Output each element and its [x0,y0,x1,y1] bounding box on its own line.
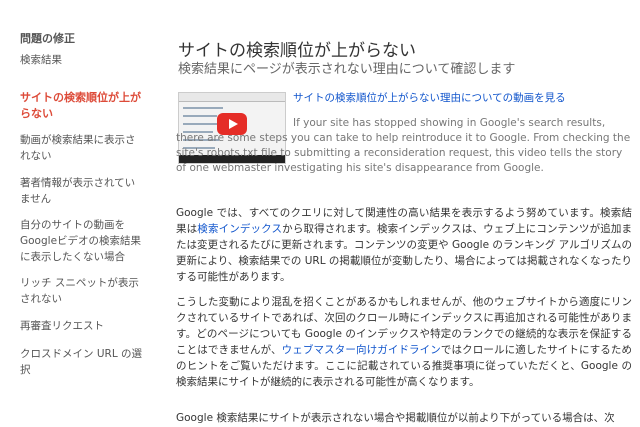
sidebar-item-cross-domain-url[interactable]: クロスドメイン URL の選択 [20,346,145,378]
paragraph-not-shown: Google 検索結果にサイトが表示されない場合や掲載順位が以前より下がっている… [176,412,615,424]
watch-video-link[interactable]: サイトの検索順位が上がらない理由についての動画を見る [293,90,566,105]
sidebar-item-ranking-dropped[interactable]: サイトの検索順位が上がらない [20,90,145,122]
search-index-link[interactable]: 検索インデックス [197,223,282,235]
sidebar: 問題の修正 検索結果 サイトの検索順位が上がらない 動画が検索結果に表示されない… [0,0,152,427]
webmaster-guidelines-link[interactable]: ウェブマスター向けガイドライン [282,344,441,356]
page-subtitle: 検索結果にページが表示されない理由について確認します [178,62,516,77]
sidebar-item-search-results[interactable]: 検索結果 [20,52,145,68]
sidebar-item-reconsideration[interactable]: 再審査リクエスト [20,318,145,334]
video-description: If your site has stopped showing in Goog… [176,117,631,174]
paragraph-fluctuations: こうした変動により混乱を招くことがあるかもしれませんが、他のウェブサイトから適度… [176,296,633,388]
sidebar-item-hide-video[interactable]: 自分のサイトの動画をGoogleビデオの検索結果に表示したくない場合 [20,217,145,265]
sidebar-item-rich-snippets[interactable]: リッチ スニペットが表示されない [20,275,145,307]
sidebar-item-author-info[interactable]: 著者情報が表示されていません [20,175,145,207]
paragraph-intro: Google では、すべてのクエリに対して関連性の高い結果を表示するよう努めてい… [176,207,633,283]
sidebar-heading: 問題の修正 [20,32,75,45]
sidebar-item-video-not-shown[interactable]: 動画が検索結果に表示されない [20,132,145,164]
